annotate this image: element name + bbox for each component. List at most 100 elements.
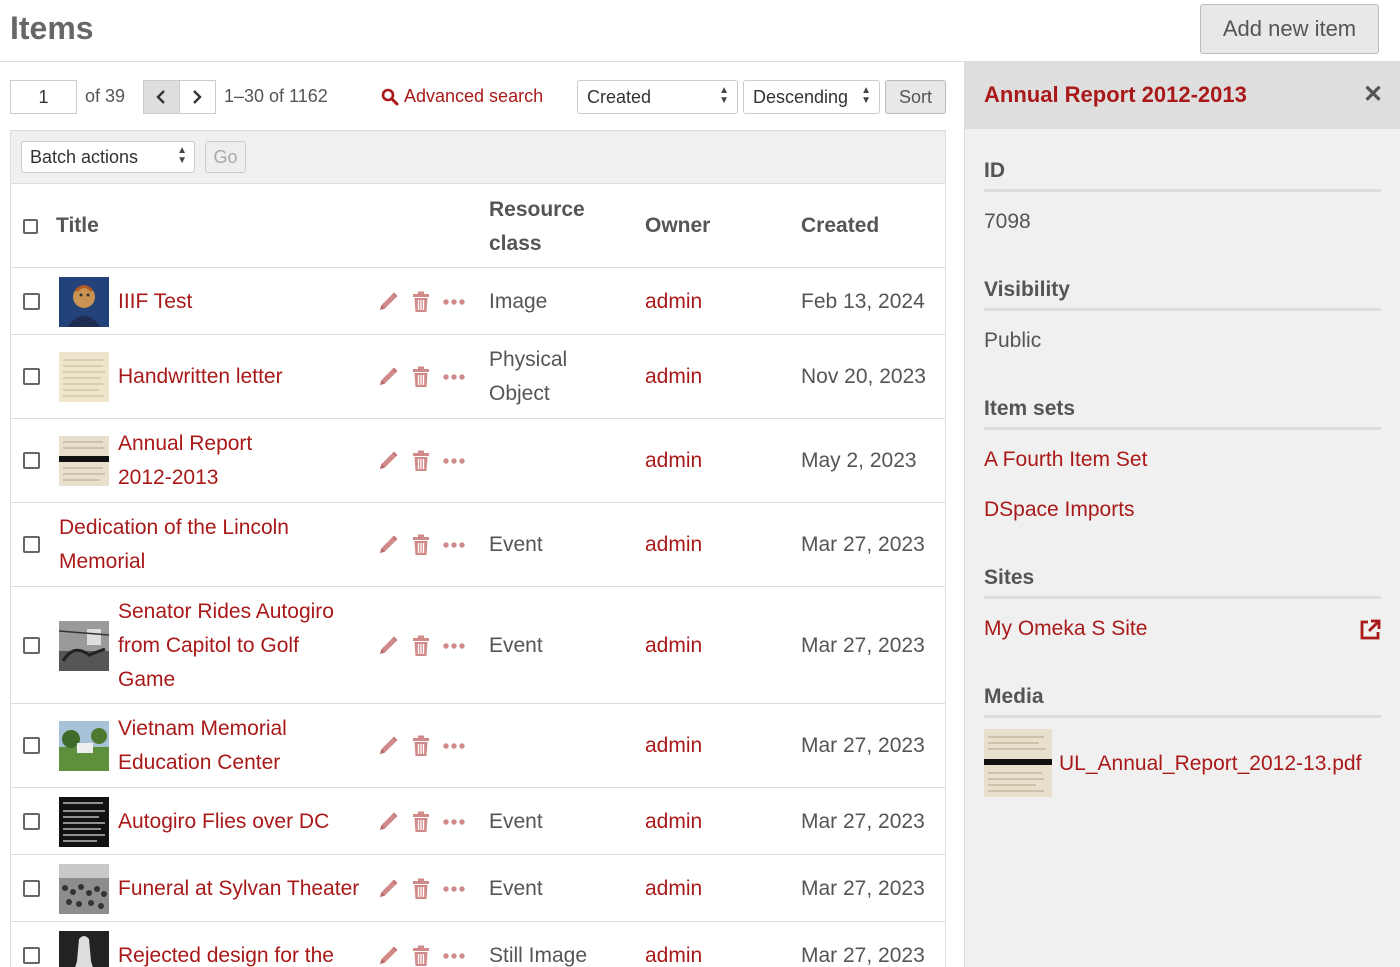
row-checkbox[interactable] [23,737,40,754]
edit-button[interactable] [377,450,399,472]
go-button[interactable]: Go [205,141,246,173]
owner-link[interactable]: admin [645,444,702,478]
row-checkbox[interactable] [23,636,40,654]
item-title-link[interactable]: Game [118,663,175,697]
column-owner[interactable]: Owner [645,209,710,243]
delete-button[interactable] [412,635,430,657]
more-actions-button[interactable] [443,373,465,381]
external-link-icon[interactable] [1358,618,1382,647]
row-checkbox[interactable] [23,536,40,553]
page-count: of 39 [85,86,126,106]
row-checkbox[interactable] [23,946,40,964]
owner-link[interactable]: admin [645,285,702,319]
owner-link[interactable]: admin [645,729,702,763]
more-actions-button[interactable] [443,952,465,960]
trash-icon [413,635,429,656]
item-thumbnail[interactable] [59,863,109,914]
previous-page-button[interactable] [144,81,180,113]
delete-button[interactable] [412,735,430,757]
column-created[interactable]: Created [801,209,879,243]
owner-link[interactable]: admin [645,805,702,839]
owner-link[interactable]: admin [645,528,702,562]
pencil-icon [380,812,398,830]
row-actions [377,450,465,472]
more-actions-button[interactable] [443,885,465,893]
item-title-link[interactable]: from Capitol to Golf [118,629,299,663]
item-title-link[interactable]: Education Center [118,746,280,780]
edit-button[interactable] [377,945,399,967]
advanced-search-link[interactable]: Advanced search [381,86,543,107]
close-icon[interactable]: ✕ [1363,80,1383,109]
more-options-icon [443,885,465,892]
row-checkbox[interactable] [23,812,40,830]
item-title-link[interactable]: Funeral at Sylvan Theater [118,872,359,906]
edit-button[interactable] [377,534,399,556]
pagination-buttons [143,80,216,114]
delete-button[interactable] [412,366,430,388]
item-set-link[interactable]: DSpace Imports [984,498,1135,522]
item-title-link[interactable]: Vietnam Memorial [118,712,287,746]
item-title-link[interactable]: Rejected design for the [118,939,334,967]
add-new-item-button[interactable]: Add new item [1200,4,1379,54]
edit-button[interactable] [377,735,399,757]
owner-link[interactable]: admin [645,872,702,906]
sort-field-select[interactable]: Created ▲ ▼ [577,80,738,114]
batch-actions-select[interactable]: Batch actions ▲ ▼ [21,141,195,173]
sort-button[interactable]: Sort [885,80,946,114]
select-all-checkbox[interactable] [23,219,38,234]
column-resource-class-line1[interactable]: Resource [489,193,585,227]
item-title-link[interactable]: 2012-2013 [118,461,218,495]
delete-button[interactable] [412,811,430,833]
more-actions-button[interactable] [443,642,465,650]
row-checkbox[interactable] [23,879,40,897]
item-title-link[interactable]: Autogiro Flies over DC [118,805,329,839]
more-actions-button[interactable] [443,541,465,549]
more-actions-button[interactable] [443,742,465,750]
item-set-link[interactable]: A Fourth Item Set [984,448,1147,472]
row-checkbox[interactable] [23,452,40,469]
item-title-link[interactable]: Senator Rides Autogiro [118,595,334,629]
more-actions-button[interactable] [443,298,465,306]
item-title-link[interactable]: Memorial [59,545,145,579]
owner-link[interactable]: admin [645,629,702,663]
row-checkbox[interactable] [23,368,40,385]
item-thumbnail[interactable] [59,721,109,771]
item-title-link[interactable]: Annual Report [118,427,252,461]
row-checkbox[interactable] [23,292,40,310]
advanced-search-label: Advanced search [404,86,544,106]
site-link[interactable]: My Omeka S Site [984,617,1147,641]
edit-button[interactable] [377,878,399,900]
page-number-input[interactable] [10,80,77,114]
edit-button[interactable] [377,366,399,388]
edit-button[interactable] [377,291,399,313]
item-thumbnail[interactable] [59,436,109,486]
item-thumbnail[interactable] [59,930,109,967]
owner-link[interactable]: admin [645,939,702,967]
delete-button[interactable] [412,945,430,967]
delete-button[interactable] [412,450,430,472]
delete-button[interactable] [412,878,430,900]
result-range: 1–30 of 1162 [224,86,328,106]
sidebar-title[interactable]: Annual Report 2012-2013 [984,82,1247,108]
media-file-link[interactable]: UL_Annual_Report_2012-13.pdf [1059,752,1361,776]
column-resource-class-line2[interactable]: class [489,227,542,261]
edit-button[interactable] [377,811,399,833]
owner-link[interactable]: admin [645,360,702,394]
item-title-link[interactable]: Dedication of the Lincoln [59,511,289,545]
edit-button[interactable] [377,635,399,657]
media-thumbnail[interactable] [984,729,1052,797]
item-thumbnail[interactable] [58,620,110,671]
chevron-left-icon [156,90,166,104]
item-title-link[interactable]: Handwritten letter [118,360,283,394]
more-actions-button[interactable] [443,818,465,826]
item-title-link[interactable]: IIIF Test [118,285,192,319]
delete-button[interactable] [412,534,430,556]
item-thumbnail[interactable] [59,276,109,327]
delete-button[interactable] [412,291,430,313]
next-page-button[interactable] [180,81,216,113]
item-thumbnail[interactable] [59,352,109,402]
more-actions-button[interactable] [443,457,465,465]
item-thumbnail[interactable] [59,796,109,847]
sort-order-select[interactable]: Descending ▲ ▼ [743,80,880,114]
column-title[interactable]: Title [56,209,99,243]
